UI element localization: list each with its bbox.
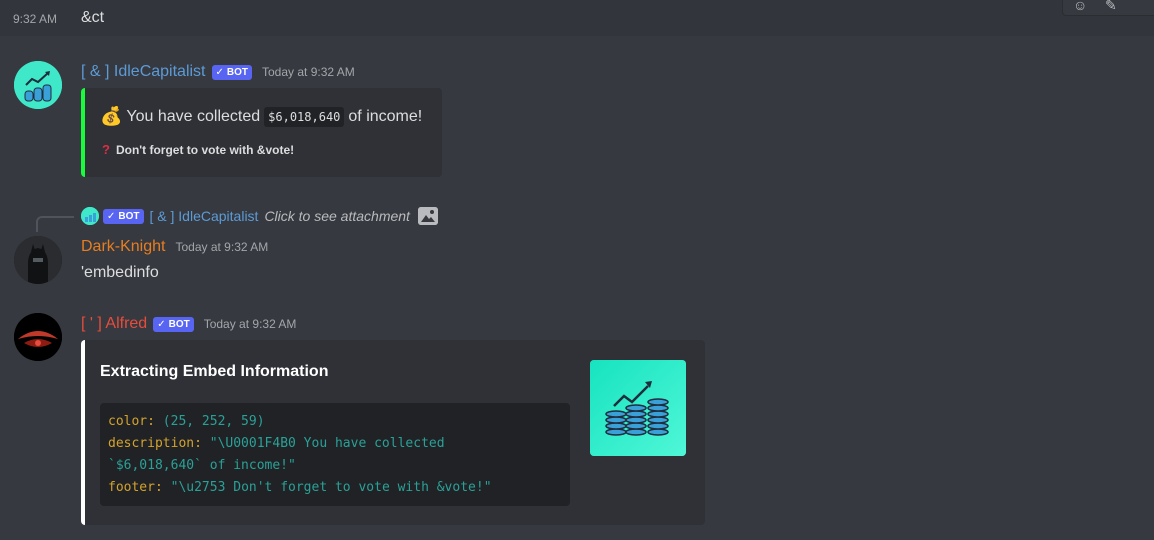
- coins-chart-icon: [14, 61, 62, 109]
- reaction-icon[interactable]: ☺: [1073, 0, 1087, 13]
- batman-avatar-icon: [14, 236, 62, 284]
- image-icon[interactable]: [417, 207, 438, 225]
- embed-description-suffix: of income!: [348, 107, 423, 125]
- message-header: [ & ] IdleCapitalist ✓ BOT Today at 9:32 …: [81, 63, 355, 81]
- code-value: "\U0001F4B0 You have collected: [201, 436, 445, 451]
- message-timestamp: 9:32 AM: [13, 12, 58, 26]
- check-icon: ✓: [215, 66, 224, 78]
- message-content: 'embedinfo: [81, 264, 159, 281]
- check-icon: ✓: [107, 210, 116, 222]
- avatar[interactable]: [14, 313, 62, 361]
- embed-description: 💰 You have collected $6,018,640 of incom…: [100, 106, 422, 127]
- reply-avatar[interactable]: [81, 207, 99, 225]
- reply-connector: [36, 216, 74, 232]
- coins-chart-icon: [590, 360, 686, 456]
- bot-label: BOT: [168, 318, 190, 330]
- code-key: footer:: [108, 480, 163, 495]
- code-value: `$6,018,640` of income!": [108, 458, 296, 473]
- reply-preview-text[interactable]: Click to see attachment: [264, 208, 410, 224]
- code-key: description:: [108, 436, 202, 451]
- message-timestamp: Today at 9:32 AM: [203, 317, 297, 331]
- message-row-command: 9:32 AM &ct: [0, 0, 1154, 36]
- message-hover-toolbar[interactable]: ☺ ✎: [1062, 0, 1154, 16]
- code-key: color:: [108, 414, 155, 429]
- check-icon: ✓: [157, 318, 166, 330]
- bot-label: BOT: [226, 66, 248, 78]
- embed-footer: ? Don't forget to vote with &vote!: [102, 142, 294, 157]
- embed-footer-text: Don't forget to vote with &vote!: [115, 142, 295, 157]
- username[interactable]: [ ' ] Alfred: [81, 315, 147, 333]
- bot-tag: ✓ BOT: [211, 64, 252, 80]
- edit-icon[interactable]: ✎: [1105, 0, 1117, 14]
- message-header: Dark-Knight Today at 9:32 AM: [81, 238, 268, 256]
- code-block: color: (25, 252, 59) description: "\U000…: [100, 403, 570, 506]
- username[interactable]: [ & ] IdleCapitalist: [81, 63, 206, 81]
- question-mark-icon: ?: [102, 142, 110, 157]
- message-header: [ ' ] Alfred ✓ BOT Today at 9:32 AM: [81, 315, 296, 333]
- coins-chart-icon: [81, 207, 99, 225]
- embed-income: 💰 You have collected $6,018,640 of incom…: [81, 88, 442, 177]
- money-bag-icon: 💰: [100, 106, 123, 126]
- avatar[interactable]: [14, 61, 62, 109]
- embed-description-text: You have collected: [126, 107, 261, 125]
- message-content: &ct: [81, 9, 105, 26]
- embed-info: Extracting Embed Information color: (25,…: [81, 340, 705, 525]
- bot-label: BOT: [118, 210, 140, 222]
- alfred-avatar-icon: [14, 313, 62, 361]
- bot-tag: ✓ BOT: [103, 208, 144, 224]
- reply-username[interactable]: [ & ] IdleCapitalist: [150, 208, 259, 224]
- code-value: "\u2753 Don't forget to vote with &vote!…: [162, 480, 492, 495]
- code-value: (25, 252, 59): [154, 414, 265, 429]
- bot-tag: ✓ BOT: [153, 316, 194, 332]
- username[interactable]: Dark-Knight: [81, 238, 165, 256]
- avatar[interactable]: [14, 236, 62, 284]
- reply-reference[interactable]: ✓ BOT [ & ] IdleCapitalist Click to see a…: [81, 207, 438, 225]
- embed-title: Extracting Embed Information: [100, 363, 329, 380]
- income-amount: $6,018,640: [264, 106, 345, 127]
- embed-thumbnail[interactable]: [590, 360, 686, 456]
- message-timestamp: Today at 9:32 AM: [262, 65, 355, 79]
- message-timestamp: Today at 9:32 AM: [175, 240, 269, 254]
